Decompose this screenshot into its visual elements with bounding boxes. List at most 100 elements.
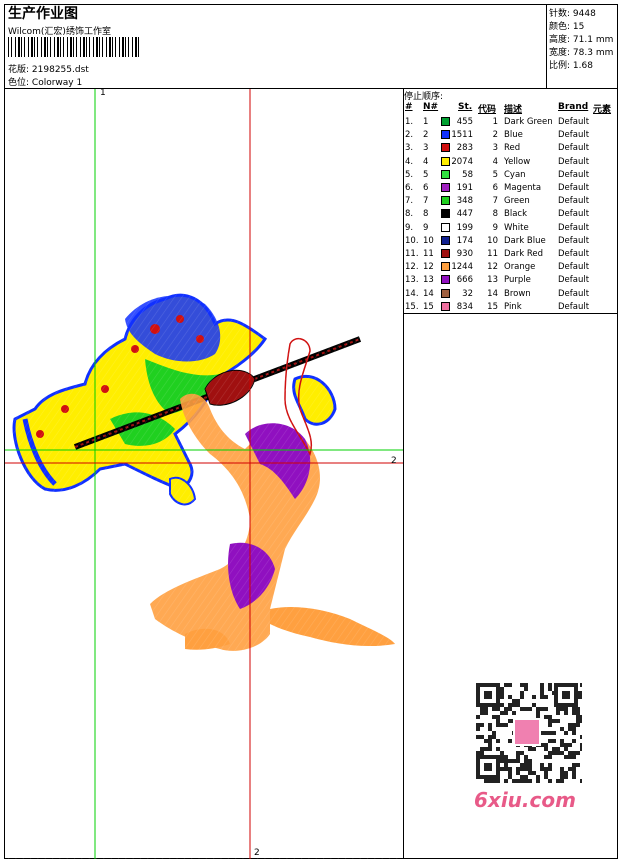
row-brand: Default xyxy=(558,209,590,220)
row-stitches: 2074 xyxy=(451,156,473,167)
qr-logo xyxy=(513,718,541,746)
design-file: 花版: 2198255.dst xyxy=(8,62,89,75)
header-divider-vertical xyxy=(546,4,547,88)
row-code: 12 xyxy=(487,262,498,273)
thread-color-swatch xyxy=(441,222,450,232)
row-description: Dark Blue xyxy=(504,235,546,246)
row-description: Black xyxy=(504,209,527,220)
row-brand: Default xyxy=(558,235,590,246)
row-index: 7. xyxy=(405,196,414,207)
row-code: 15 xyxy=(487,301,498,312)
row-needle: 5 xyxy=(423,169,429,180)
row-index: 13. xyxy=(405,275,419,286)
thread-color-swatch xyxy=(441,169,450,179)
row-index: 9. xyxy=(405,222,414,233)
row-brand: Default xyxy=(558,117,590,127)
row-index: 3. xyxy=(405,143,414,154)
colorway: 色位: Colorway 1 xyxy=(8,75,82,88)
row-index: 10. xyxy=(405,235,419,246)
thread-color-swatch xyxy=(441,196,450,206)
stop-sequence-title: 停止顺序: xyxy=(404,92,444,102)
stat-width: 宽度: 78.3 mm xyxy=(549,48,614,58)
row-brand: Default xyxy=(558,130,590,141)
row-code: 9 xyxy=(492,222,498,233)
row-description: Pink xyxy=(504,301,522,312)
row-stitches: 447 xyxy=(456,209,473,220)
thread-color-swatch xyxy=(441,183,450,192)
row-needle: 7 xyxy=(423,196,429,207)
thread-color-swatch xyxy=(441,249,450,258)
row-index: 5. xyxy=(405,169,414,180)
company-name: Wilcom(汇宏)绣饰工作室 xyxy=(8,27,111,37)
thread-color-swatch xyxy=(441,262,450,272)
row-brand: Default xyxy=(558,183,590,193)
row-code: 14 xyxy=(487,288,498,299)
row-brand: Default xyxy=(558,301,590,312)
row-index: 4. xyxy=(405,156,414,167)
row-brand: Default xyxy=(558,222,590,233)
thread-color-swatch xyxy=(441,117,450,126)
row-needle: 8 xyxy=(423,209,429,220)
thread-color-swatch xyxy=(441,156,450,166)
row-needle: 14 xyxy=(423,288,434,299)
row-brand: Default xyxy=(558,196,590,207)
row-stitches: 666 xyxy=(456,275,473,286)
row-brand: Default xyxy=(558,275,590,286)
row-brand: Default xyxy=(558,262,590,273)
row-code: 2 xyxy=(492,130,498,141)
stat-colors: 颜色: 15 xyxy=(549,22,585,32)
row-index: 15. xyxy=(405,301,419,312)
row-needle: 2 xyxy=(423,130,429,141)
colorway-label: 色位: xyxy=(8,78,30,88)
axis-label-right: 2 xyxy=(391,456,397,466)
row-description: White xyxy=(504,222,529,233)
col-header-needle: N# xyxy=(423,102,439,112)
row-description: Green xyxy=(504,196,530,207)
row-code: 10 xyxy=(487,235,498,246)
thread-color-swatch xyxy=(441,275,450,285)
row-description: Purple xyxy=(504,275,531,286)
barcode xyxy=(8,37,139,57)
row-brand: Default xyxy=(558,169,590,180)
row-description: Red xyxy=(504,143,521,154)
row-needle: 4 xyxy=(423,156,429,167)
row-stitches: 834 xyxy=(456,301,473,312)
row-needle: 15 xyxy=(423,301,434,312)
row-needle: 9 xyxy=(423,222,429,233)
watermark-text: 6xiu.com xyxy=(474,788,576,812)
thread-color-swatch xyxy=(441,288,450,298)
row-stitches: 174 xyxy=(456,235,473,246)
row-description: Blue xyxy=(504,130,523,141)
row-index: 6. xyxy=(405,183,414,193)
row-description: Dark Red xyxy=(504,249,544,259)
thread-color-swatch xyxy=(441,143,450,153)
row-code: 11 xyxy=(487,249,498,259)
col-header-code: 代码 xyxy=(478,105,497,115)
woman-figure xyxy=(5,89,403,859)
row-needle: 12 xyxy=(423,262,434,273)
stat-ratio: 比例: 1.68 xyxy=(549,61,593,71)
row-needle: 13 xyxy=(423,275,434,286)
col-header-brand: Brand xyxy=(558,102,589,112)
row-description: Magenta xyxy=(504,183,542,193)
row-needle: 3 xyxy=(423,143,429,154)
row-index: 2. xyxy=(405,130,414,141)
thread-color-swatch xyxy=(441,130,450,140)
thread-color-swatch xyxy=(441,235,450,245)
axis-label-top: 1 xyxy=(100,88,106,98)
row-description: Orange xyxy=(504,262,536,273)
row-index: 8. xyxy=(405,209,414,220)
row-brand: Default xyxy=(558,143,590,154)
row-needle: 1 xyxy=(423,117,429,127)
row-stitches: 1511 xyxy=(451,130,473,141)
row-index: 12. xyxy=(405,262,419,273)
stat-stitches: 针数: 9448 xyxy=(549,9,596,19)
row-code: 7 xyxy=(492,196,498,207)
col-header-index: # xyxy=(405,102,413,112)
row-index: 14. xyxy=(405,288,419,299)
row-stitches: 283 xyxy=(456,143,473,154)
embroidery-design-canvas xyxy=(5,89,403,859)
row-stitches: 32 xyxy=(462,288,473,299)
row-stitches: 348 xyxy=(456,196,473,207)
row-needle: 10 xyxy=(423,235,434,246)
